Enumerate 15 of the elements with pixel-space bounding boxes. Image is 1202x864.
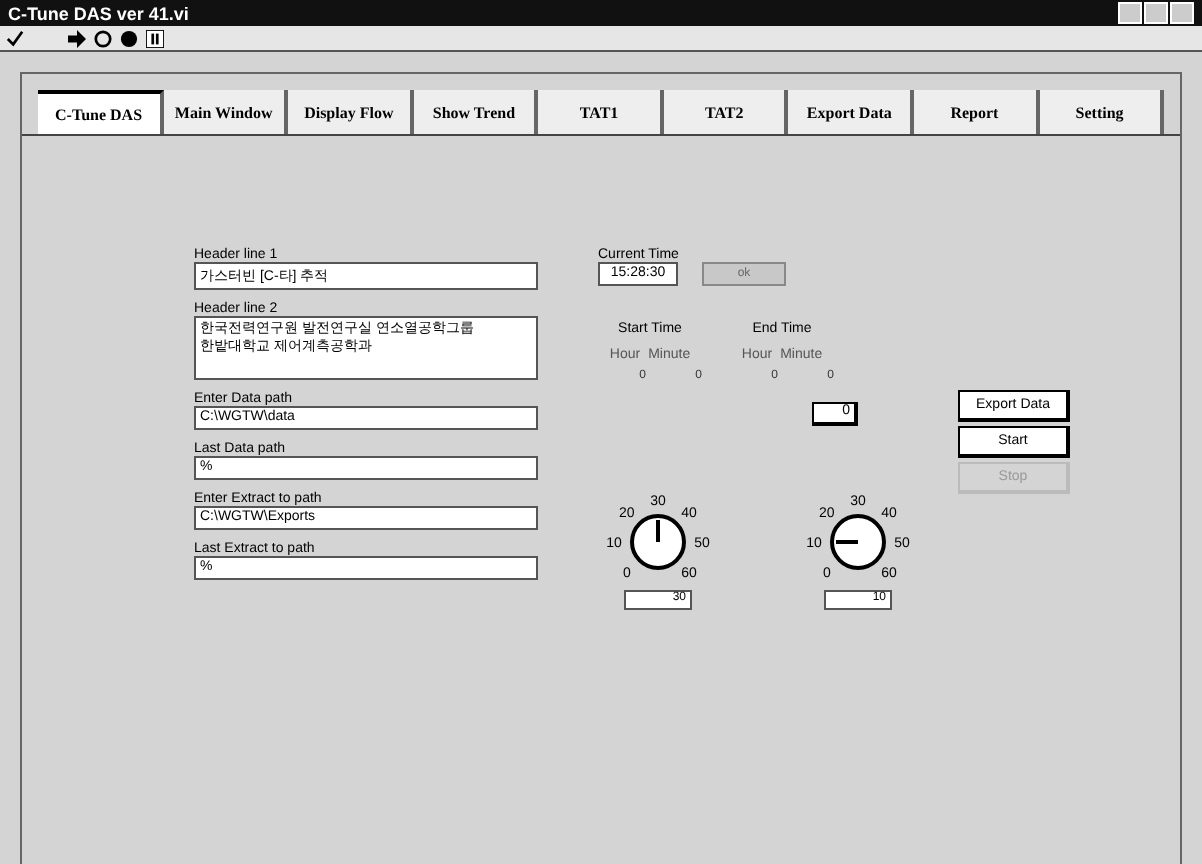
tab[interactable]: TAT2 (663, 90, 789, 134)
tab[interactable]: Export Data (788, 90, 914, 134)
tab[interactable]: Main Window (163, 90, 289, 134)
tab[interactable]: Report (913, 90, 1039, 134)
run-arrow-icon[interactable] (68, 29, 86, 47)
pause-icon[interactable] (146, 29, 164, 47)
tab[interactable]: Show Trend (413, 90, 539, 134)
tab[interactable]: Display Flow (288, 90, 414, 134)
check-icon[interactable] (6, 29, 24, 47)
run-continuously-icon[interactable] (94, 29, 112, 47)
tab[interactable]: Setting (1039, 90, 1165, 134)
window-title: C-Tune DAS ver 41.vi (8, 3, 189, 23)
stop-icon[interactable] (120, 29, 138, 47)
tab[interactable]: C-Tune DAS (38, 90, 164, 134)
tab[interactable]: TAT1 (538, 90, 664, 134)
